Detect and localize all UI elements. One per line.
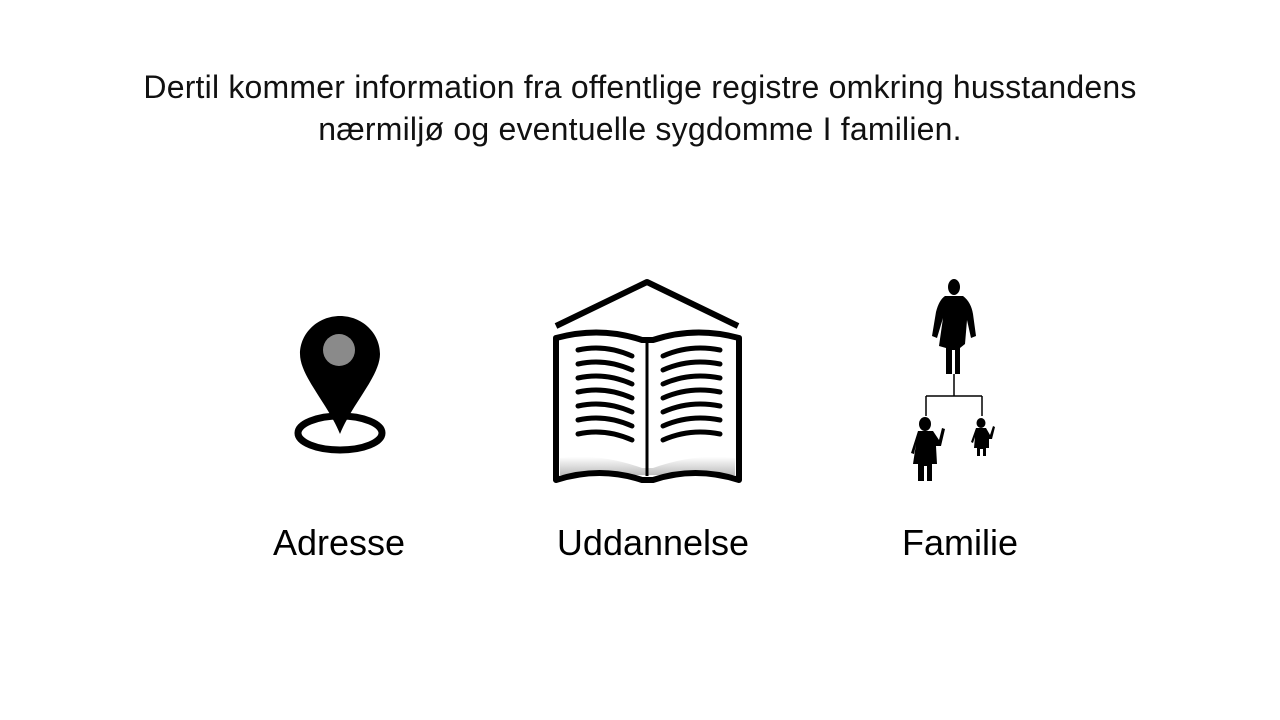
body-text-line-1: Dertil kommer information fra offentlige… — [143, 69, 1137, 105]
caption-uddannelse: Uddannelse — [556, 522, 750, 563]
open-book-icon — [550, 278, 745, 488]
slide-body-text: Dertil kommer information fra offentlige… — [100, 66, 1180, 150]
body-text-line-2: nærmiljø og eventuelle sygdomme I famili… — [318, 111, 962, 147]
slide: Dertil kommer information fra offentlige… — [0, 0, 1280, 720]
caption-adresse: Adresse — [272, 522, 406, 563]
map-pin-icon — [290, 312, 390, 457]
family-tree-icon — [905, 278, 1005, 486]
caption-familie: Familie — [901, 522, 1018, 563]
